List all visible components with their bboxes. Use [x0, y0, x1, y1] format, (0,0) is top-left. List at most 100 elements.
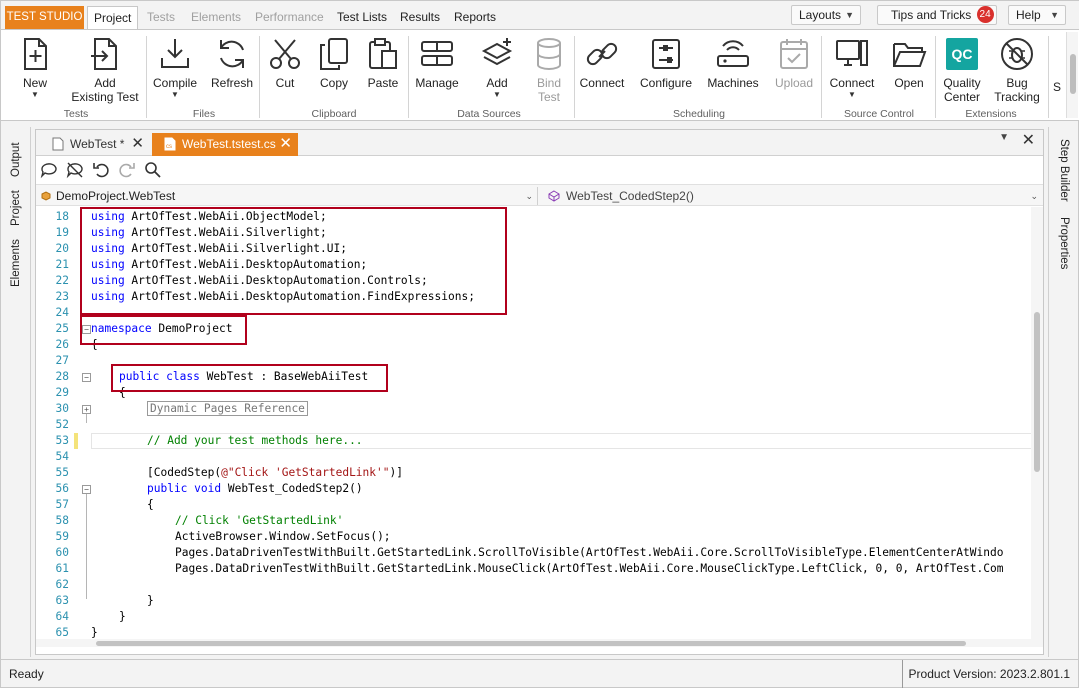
new-button[interactable]: New ▼	[15, 34, 55, 112]
code-line: 62	[55, 578, 69, 591]
add-data-source-button[interactable]: Add ▼	[475, 34, 519, 112]
refresh-label: Refresh	[210, 76, 254, 90]
tips-count-badge: 24	[976, 6, 994, 24]
quality-center-button[interactable]: QC Quality Center	[939, 34, 985, 112]
bug-tracking-button[interactable]: Bug Tracking	[991, 34, 1043, 112]
close-icon[interactable]: ✕	[279, 133, 292, 155]
source-control-connect-button[interactable]: Connect ▼	[827, 34, 877, 112]
code-line: 58// Click 'GetStartedLink'	[55, 514, 344, 527]
doc-tab-webtest[interactable]: WebTest * ✕	[40, 133, 150, 156]
open-label: Open	[894, 76, 924, 90]
code-line: 52	[55, 418, 69, 431]
compile-label: Compile	[152, 76, 197, 90]
collapse-icon[interactable]: −	[82, 373, 91, 382]
elements-panel-tab[interactable]: Elements	[1, 235, 31, 291]
tab-performance[interactable]: Performance	[249, 6, 330, 29]
refresh-button[interactable]: Refresh	[209, 34, 255, 112]
tab-test-lists[interactable]: Test Lists	[331, 6, 393, 29]
type-selector-dropdown[interactable]: DemoProject.WebTest ⌄	[36, 187, 538, 205]
calendar-check-icon	[780, 39, 808, 69]
tab-project[interactable]: Project	[87, 6, 139, 29]
output-panel-tab[interactable]: Output	[1, 135, 31, 185]
manage-data-icon	[421, 41, 453, 66]
machines-button[interactable]: Machines	[705, 34, 761, 112]
manage-button[interactable]: Manage	[413, 34, 461, 112]
vertical-scrollbar[interactable]	[1031, 207, 1043, 647]
add-existing-label-2: Existing Test	[71, 90, 139, 104]
copy-label: Copy	[319, 76, 348, 90]
copy-button[interactable]: Copy	[313, 34, 355, 112]
undo-icon[interactable]	[92, 161, 110, 179]
code-line: 60 Pages.DataDrivenTestWithBuilt.GetStart…	[55, 546, 1004, 559]
tab-results[interactable]: Results	[394, 6, 446, 29]
comment-icon[interactable]	[40, 161, 58, 179]
new-label: New	[22, 76, 47, 90]
compile-button[interactable]: Compile ▼	[152, 34, 198, 112]
tab-reports[interactable]: Reports	[448, 6, 502, 29]
ribbon: New ▼ Add Existing Test Tests Compile ▼ …	[1, 29, 1079, 121]
close-icon[interactable]: ✕	[131, 133, 144, 155]
code-line: 64}	[55, 610, 126, 623]
search-icon[interactable]	[144, 161, 162, 179]
expand-icon[interactable]: +	[82, 405, 91, 414]
group-label-tests: Tests	[63, 108, 89, 120]
changed-line-marker	[74, 433, 78, 449]
chevron-down-icon: ⌄	[1030, 191, 1038, 201]
step-builder-panel-tab[interactable]: Step Builder	[1049, 135, 1079, 205]
open-button[interactable]: Open	[887, 34, 931, 112]
collapse-icon[interactable]: −	[82, 485, 91, 494]
status-bar: Ready Product Version: 2023.2.801.1	[1, 659, 1078, 688]
upload-button[interactable]: Upload	[771, 34, 817, 112]
doc-tab-webtest-cs[interactable]: cs WebTest.tstest.cs ✕	[152, 133, 298, 156]
editor-toolbar	[36, 156, 1043, 184]
close-document-icon[interactable]: ✕	[1022, 130, 1035, 150]
quality-label-1: Quality	[943, 76, 981, 90]
configure-label: Configure	[639, 76, 693, 90]
group-label-scheduling: Scheduling	[673, 108, 725, 120]
uncomment-icon[interactable]	[66, 161, 84, 179]
code-editor[interactable]: 18 using ArtOfTest.WebAii.ObjectModel; 19…	[36, 207, 1043, 647]
tips-and-tricks-button[interactable]: Tips and Tricks 24	[877, 5, 997, 25]
new-file-icon	[24, 38, 47, 70]
help-dropdown[interactable]: Help ▼	[1008, 5, 1066, 25]
connect-button[interactable]: Connect	[577, 34, 627, 112]
project-panel-tab[interactable]: Project	[1, 185, 31, 231]
scrollbar-thumb[interactable]	[96, 641, 966, 646]
highlight-box-class	[111, 364, 388, 392]
code-line: 30 + Dynamic Pages Reference	[36, 401, 1036, 417]
ribbon-overflow-button[interactable]: S	[1051, 34, 1063, 112]
doc-tab-label: WebTest *	[70, 137, 125, 151]
layouts-dropdown[interactable]: Layouts ▼	[791, 5, 861, 25]
qc-icon: QC	[946, 38, 978, 70]
menu-bar: TEST STUDIO Project Tests Elements Perfo…	[1, 1, 1079, 29]
tab-tests[interactable]: Tests	[141, 6, 181, 29]
redo-icon[interactable]	[118, 161, 136, 179]
cut-button[interactable]: Cut	[265, 34, 305, 112]
scrollbar-thumb[interactable]	[1070, 54, 1076, 94]
manage-label: Manage	[415, 76, 459, 90]
properties-panel-tab[interactable]: Properties	[1049, 213, 1079, 273]
collapsed-region[interactable]: Dynamic Pages Reference	[147, 401, 308, 416]
paste-button[interactable]: Paste	[362, 34, 404, 112]
configure-button[interactable]: Configure	[637, 34, 695, 112]
tab-list-dropdown-icon[interactable]: ▼	[999, 132, 1009, 143]
help-label: Help	[1016, 8, 1041, 22]
group-label-data-sources: Data Sources	[457, 108, 521, 120]
product-version: Product Version: 2023.2.801.1	[901, 660, 1078, 688]
scrollbar-thumb[interactable]	[1034, 312, 1040, 472]
chevron-down-icon: ▼	[493, 90, 501, 99]
highlight-box-namespace	[80, 315, 247, 345]
member-selector-label: WebTest_CodedStep2()	[566, 189, 694, 203]
ribbon-scrollbar[interactable]	[1066, 32, 1078, 118]
add-existing-test-button[interactable]: Add Existing Test	[67, 34, 143, 112]
horizontal-scrollbar[interactable]	[36, 639, 1031, 647]
code-line: 54	[55, 450, 69, 463]
code-file-icon: cs	[164, 137, 176, 151]
bind-test-button[interactable]: Bind Test	[529, 34, 569, 112]
cut-label: Cut	[275, 76, 295, 90]
brand-tab[interactable]: TEST STUDIO	[5, 6, 84, 29]
bind-label-2: Test	[537, 90, 560, 104]
right-panel-rail: Step Builder Properties	[1048, 127, 1078, 657]
tab-elements[interactable]: Elements	[185, 6, 247, 29]
member-selector-dropdown[interactable]: WebTest_CodedStep2() ⌄	[544, 187, 1042, 205]
